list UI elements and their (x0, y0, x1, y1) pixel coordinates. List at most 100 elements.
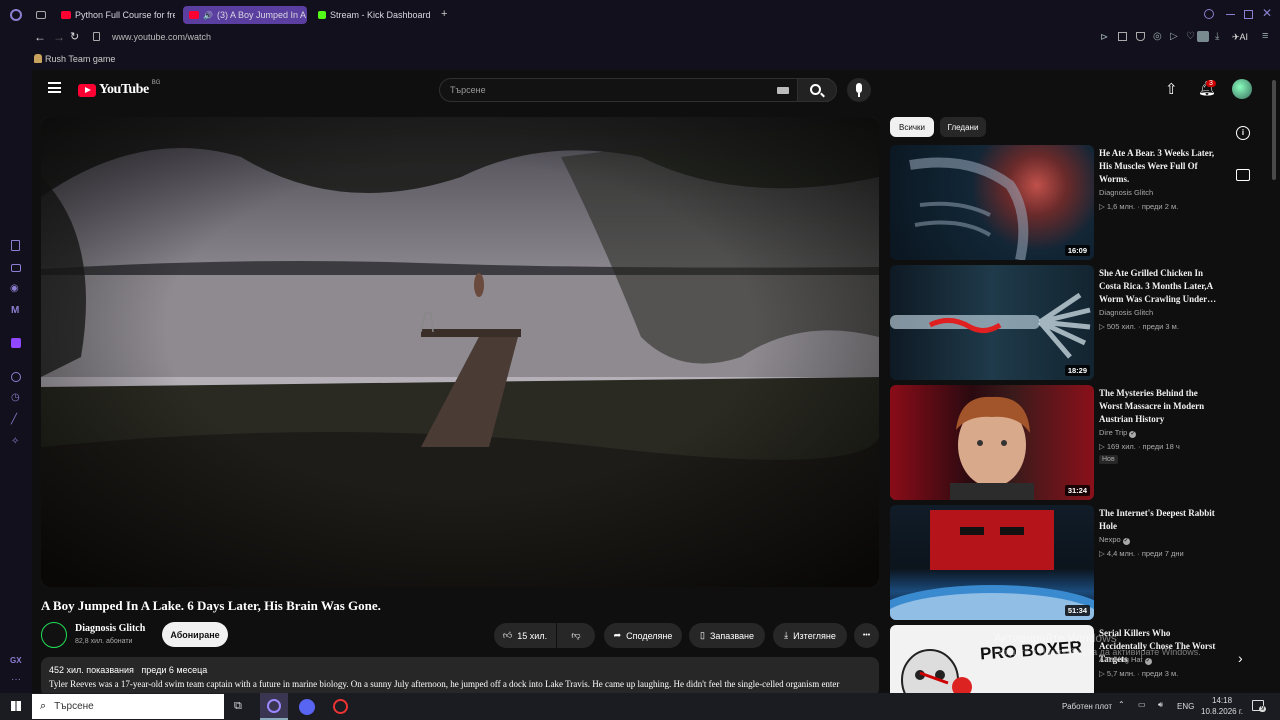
discord-taskbar-icon[interactable] (299, 699, 315, 715)
views: 169 хил. (1106, 442, 1136, 451)
wallet-icon[interactable]: ◎ (1153, 32, 1162, 42)
back-arrow-icon[interactable]: ← (34, 31, 46, 43)
minimize-icon[interactable] (1226, 14, 1235, 15)
messenger-m-icon[interactable]: M (11, 306, 19, 316)
history-icon[interactable]: ◷ (11, 393, 20, 403)
opera-taskbar-icon[interactable] (333, 699, 348, 714)
channel-avatar[interactable] (41, 622, 67, 648)
bookmark-game-item[interactable]: Rush Team game (34, 54, 115, 64)
video-thumbnail[interactable]: 18:29 (890, 265, 1094, 380)
avatar[interactable] (1232, 79, 1252, 99)
close-icon[interactable]: ✕ (1262, 7, 1272, 19)
maximize-icon[interactable] (1244, 10, 1253, 19)
language-indicator[interactable]: ENG (1177, 702, 1194, 711)
twitch-icon[interactable] (11, 338, 21, 348)
tab-python-course[interactable]: Python Full Course for free (55, 6, 175, 24)
recommendation-title[interactable]: He Ate A Bear. 3 Weeks Later, His Muscle… (1099, 147, 1219, 186)
recommendation-title[interactable]: The Internet's Deepest Rabbit Hole (1099, 507, 1219, 533)
recommendation-title[interactable]: She Ate Grilled Chicken In Costa Rica. 3… (1099, 267, 1219, 306)
age: преди 7 дни (1141, 549, 1184, 558)
save-button[interactable]: ▯ Запазване (689, 623, 765, 648)
info-circle-icon[interactable]: i (1236, 126, 1250, 140)
forward-arrow-icon[interactable]: → (53, 31, 65, 43)
volume-icon[interactable]: 🔊︎ (1158, 700, 1163, 710)
keyboard-icon[interactable] (777, 87, 789, 94)
speaker-icon[interactable]: 🔊 (203, 11, 213, 20)
scrollbar[interactable] (1272, 80, 1276, 180)
hamburger-menu-icon[interactable] (48, 82, 61, 93)
shield-icon[interactable] (1136, 32, 1145, 41)
video-player[interactable] (41, 117, 879, 587)
recommendation-item[interactable]: 16:09 He Ate A Bear. 3 Weeks Later, His … (890, 145, 1240, 260)
recommendation-meta: ▷ 169 хил. · преди 18 ч (1099, 442, 1180, 451)
opera-logo-icon[interactable] (10, 9, 22, 21)
player-circle-icon[interactable] (11, 372, 21, 382)
channel-label: Dire Trip (1099, 428, 1128, 437)
portrait-boy-image (950, 396, 1034, 500)
like-button[interactable]: 👍︎ 15 хил. (494, 623, 556, 648)
more-dots-icon[interactable]: ··· (11, 675, 21, 685)
youtube-logo[interactable]: YouTube BG (78, 80, 160, 98)
recommendation-channel[interactable]: Nexpo ✓ (1099, 535, 1130, 545)
taskbar-search-input[interactable]: ⌕ Търсене (32, 694, 224, 719)
opera-gx-taskbar-icon[interactable] (260, 693, 288, 720)
new-tab-button[interactable]: + (441, 9, 447, 20)
chat-icon[interactable] (1236, 169, 1250, 181)
ai-label: AI (1239, 32, 1249, 42)
clock-time[interactable]: 14:18 (1212, 696, 1232, 705)
recommendation-item[interactable]: 51:34 The Internet's Deepest Rabbit Hole… (890, 505, 1240, 620)
recommendation-channel[interactable]: Diagnosis Glitch (1099, 188, 1153, 197)
windows-start-icon[interactable] (11, 701, 21, 711)
network-icon[interactable]: ▭ (1138, 700, 1146, 709)
tray-chevron-icon[interactable]: ⌃ (1118, 700, 1125, 709)
recommendation-item[interactable]: 31:24 The Mysteries Behind the Worst Mas… (890, 385, 1240, 500)
chip-all[interactable]: Всички (890, 117, 934, 137)
video-thumbnail[interactable]: 16:09 (890, 145, 1094, 260)
search-button[interactable] (797, 78, 837, 102)
edit-pen-icon[interactable]: ╱ (11, 415, 17, 425)
dislike-button[interactable]: 👎︎ (557, 623, 595, 648)
voice-search-button[interactable] (847, 78, 871, 102)
video-thumbnail[interactable]: 51:34 (890, 505, 1094, 620)
download-button[interactable]: ⤓ Изтегляне (773, 623, 847, 648)
description-box[interactable]: 452 хил. показвания преди 6 месеца Tyler… (41, 657, 879, 693)
tab-kick-dashboard[interactable]: Stream - Kick Dashboard (312, 6, 436, 24)
next-arrow-icon[interactable]: › (1238, 650, 1243, 666)
recommendation-channel[interactable]: Diagnosis Glitch (1099, 308, 1153, 317)
reload-icon[interactable]: ↻ (70, 32, 79, 43)
recommendation-title[interactable]: The Mysteries Behind the Worst Massacre … (1099, 387, 1219, 426)
player-icon[interactable]: ▷ (1170, 32, 1178, 42)
recommendation-item[interactable]: 18:29 She Ate Grilled Chicken In Costa R… (890, 265, 1240, 380)
eye-icon[interactable]: ◉ (10, 284, 19, 294)
notes-icon[interactable] (11, 240, 20, 251)
tab-label: Python Full Course for free (75, 10, 175, 20)
more-actions-button[interactable]: ••• (854, 623, 879, 648)
pin-icon[interactable]: ⊳ (1100, 33, 1108, 43)
profile-thumb-icon[interactable] (1197, 31, 1209, 42)
upload-icon[interactable]: ⇧ (1165, 80, 1178, 98)
workspace-icon[interactable] (36, 11, 46, 19)
download-icon[interactable]: ⤓ (1215, 32, 1219, 42)
subscribe-button[interactable]: Абониране (162, 622, 228, 647)
snapshot-icon[interactable] (1118, 32, 1127, 41)
share-button[interactable]: ➦ Споделяне (604, 623, 682, 648)
tab-boy-jumped[interactable]: 🔊 (3) A Boy Jumped In A (183, 6, 307, 24)
thumbs-down-icon: 👎︎ (571, 630, 581, 640)
game-character-icon (34, 54, 42, 63)
url-text[interactable]: www.youtube.com/watch (112, 32, 211, 42)
search-input[interactable]: Търсене (439, 78, 829, 102)
task-view-icon[interactable]: ⧉ (234, 700, 242, 713)
wallet-sidebar-icon[interactable] (11, 264, 21, 272)
video-thumbnail[interactable]: 31:24 (890, 385, 1094, 500)
gx-icon[interactable]: GX (10, 656, 22, 666)
channel-name[interactable]: Diagnosis Glitch (75, 623, 145, 634)
magic-wand-icon[interactable]: ✧ (11, 437, 19, 447)
clock-date[interactable]: 10.8.2026 г. (1201, 707, 1243, 716)
desktop-label[interactable]: Работен плот (1062, 702, 1112, 711)
recommendation-channel[interactable]: Dire Trip ✓ (1099, 428, 1137, 438)
search-tabs-icon[interactable] (1204, 9, 1214, 19)
aria-ai-icon[interactable]: ✈AI (1232, 32, 1248, 42)
menu-icon[interactable]: ≡ (1262, 31, 1268, 42)
chip-watched[interactable]: Гледани (940, 117, 986, 137)
heart-icon[interactable]: ♡ (1186, 32, 1195, 42)
